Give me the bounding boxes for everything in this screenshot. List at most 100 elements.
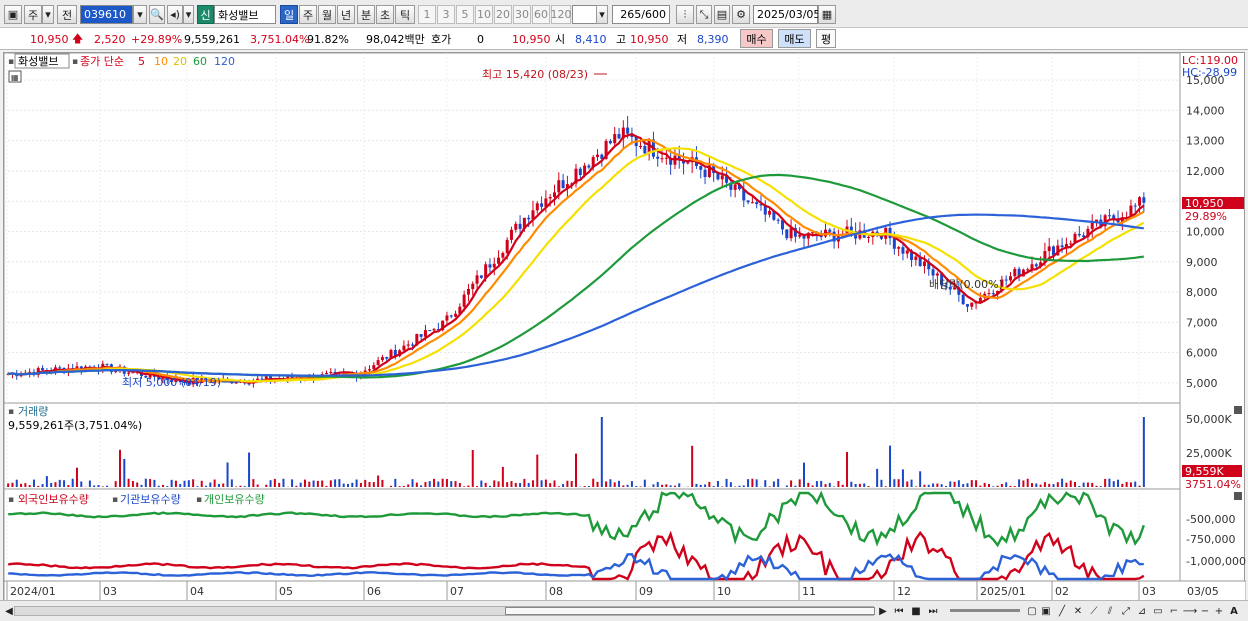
- volume-bar: [15, 479, 18, 487]
- interval-1[interactable]: 1: [418, 5, 436, 24]
- font-size-icon[interactable]: A: [1228, 604, 1240, 618]
- volume-bar: [841, 484, 844, 487]
- candle-body: [540, 203, 544, 207]
- draw-trend-icon[interactable]: ⟋: [1088, 604, 1100, 618]
- holdings-close-icon[interactable]: [1234, 492, 1242, 500]
- code-dropdown-icon[interactable]: ▾: [133, 5, 147, 24]
- volume-bar: [347, 483, 349, 487]
- scrollbar-thumb[interactable]: [505, 607, 875, 615]
- draw-line-icon[interactable]: ╱: [1056, 604, 1068, 618]
- price-panel: [3, 52, 1181, 404]
- volume-bar: [867, 486, 870, 487]
- interval-3[interactable]: 3: [437, 5, 455, 24]
- tab-day[interactable]: 일: [280, 5, 298, 24]
- stock-name-field[interactable]: 화성밸브: [214, 5, 276, 24]
- volume-bar: [803, 462, 805, 487]
- fast-forward-icon[interactable]: ⏭: [926, 604, 940, 618]
- interval-120[interactable]: 120: [551, 5, 572, 24]
- buy-button[interactable]: 매수: [740, 29, 773, 48]
- candle-body: [1077, 233, 1081, 236]
- interval-60[interactable]: 60: [532, 5, 550, 24]
- chart-canvas[interactable]: ▪ 화성밸브 ▪ 종가 단순 5 10 20 60 120 ▦ 최고 15,42…: [3, 52, 1247, 602]
- count-field[interactable]: 265/600: [612, 5, 670, 24]
- volume-bar: [488, 485, 491, 487]
- candle-type-icon[interactable]: ⫶: [676, 5, 694, 24]
- volume-bar: [630, 481, 633, 487]
- draw-channel-icon[interactable]: ⊿: [1136, 604, 1148, 618]
- tab-month-label: 월: [321, 8, 333, 22]
- zoom-in-icon[interactable]: ▣: [1040, 604, 1052, 618]
- volume-bar: [93, 485, 96, 487]
- zoom-out-icon[interactable]: ▢: [1026, 604, 1038, 618]
- tab-year[interactable]: 년: [337, 5, 355, 24]
- draw-text-icon[interactable]: ⌐: [1168, 604, 1180, 618]
- interval-20[interactable]: 20: [494, 5, 512, 24]
- candle-body: [324, 373, 328, 375]
- tab-day-label: 일: [283, 8, 295, 22]
- save-icon[interactable]: ▤: [714, 5, 730, 24]
- candle-body: [372, 365, 376, 370]
- interval-10[interactable]: 10: [475, 5, 493, 24]
- candle-body: [411, 344, 415, 346]
- volume-bar: [278, 482, 281, 487]
- volume-bar: [639, 486, 642, 487]
- volume-bar: [45, 476, 48, 487]
- interval-30[interactable]: 30: [513, 5, 531, 24]
- volume-bar: [712, 486, 715, 487]
- low-label: 저: [677, 30, 687, 48]
- minus-icon[interactable]: −: [1200, 604, 1210, 618]
- rewind-icon[interactable]: ⏮: [892, 604, 906, 618]
- type-select[interactable]: 주: [24, 5, 42, 24]
- volume-bar: [1026, 478, 1029, 487]
- volume-bar: [768, 486, 771, 487]
- volume-bar: [157, 485, 160, 487]
- code-input[interactable]: 039610: [80, 5, 133, 24]
- tab-month[interactable]: 월: [318, 5, 336, 24]
- sell-button[interactable]: 매도: [778, 29, 811, 48]
- window-icon[interactable]: ▣: [4, 5, 22, 24]
- volume-bar: [1129, 482, 1132, 487]
- chart-area[interactable]: ▪ 화성밸브 ▪ 종가 단순 5 10 20 60 120 ▦ 최고 15,42…: [3, 52, 1247, 602]
- tab-tick[interactable]: 틱: [395, 5, 415, 24]
- hoga-value-text: 0: [477, 32, 484, 46]
- draw-arrow-icon[interactable]: ⤢: [1120, 604, 1132, 618]
- calendar-icon[interactable]: ▦: [818, 5, 836, 24]
- tab-week[interactable]: 주: [299, 5, 317, 24]
- scroll-left-icon[interactable]: ◀: [4, 604, 14, 618]
- volume-bar: [114, 481, 117, 487]
- candle-body: [385, 357, 389, 359]
- tab-second[interactable]: 초: [376, 5, 394, 24]
- draw-box-icon[interactable]: ▭: [1152, 604, 1164, 618]
- speaker-icon[interactable]: ◂): [167, 5, 183, 24]
- draw-cross-icon[interactable]: ✕: [1072, 604, 1084, 618]
- scroll-right-icon[interactable]: ▶: [878, 604, 888, 618]
- move-icon[interactable]: ⟶: [1183, 604, 1197, 618]
- legend-ma-title: 종가 단순: [80, 55, 124, 68]
- volume-bar: [493, 480, 496, 487]
- volume-bar: [889, 445, 892, 487]
- scrollbar-track[interactable]: [14, 606, 875, 616]
- interval-dropdown-icon[interactable]: ▾: [596, 5, 608, 24]
- stop-icon[interactable]: ■: [910, 604, 922, 618]
- speaker-dropdown-icon[interactable]: ▾: [183, 5, 194, 24]
- volume-bar: [205, 485, 208, 487]
- volume-close-icon[interactable]: [1234, 406, 1242, 414]
- open-value-text: 8,410: [575, 32, 607, 46]
- gear-icon[interactable]: ⚙: [732, 5, 750, 24]
- search-icon[interactable]: 🔍: [149, 5, 165, 24]
- eval-button[interactable]: 평: [816, 29, 836, 48]
- volume-bar: [523, 478, 526, 487]
- plus-icon[interactable]: +: [1214, 604, 1224, 618]
- date-field[interactable]: 2025/03/05: [753, 5, 820, 24]
- crosshair-icon[interactable]: ⤡: [696, 5, 712, 24]
- interval-5[interactable]: 5: [456, 5, 474, 24]
- draw-fib-icon[interactable]: ⫽: [1104, 604, 1116, 618]
- volume-bar: [282, 478, 285, 487]
- chevron-down-icon[interactable]: ▾: [42, 5, 54, 24]
- candle-body: [970, 302, 974, 307]
- tab-minute[interactable]: 분: [357, 5, 375, 24]
- volr-tag: 3751.04%: [1185, 478, 1241, 491]
- zoom-slider[interactable]: [950, 609, 1020, 612]
- volume-bar: [540, 480, 543, 487]
- prev-button[interactable]: 전: [57, 5, 77, 24]
